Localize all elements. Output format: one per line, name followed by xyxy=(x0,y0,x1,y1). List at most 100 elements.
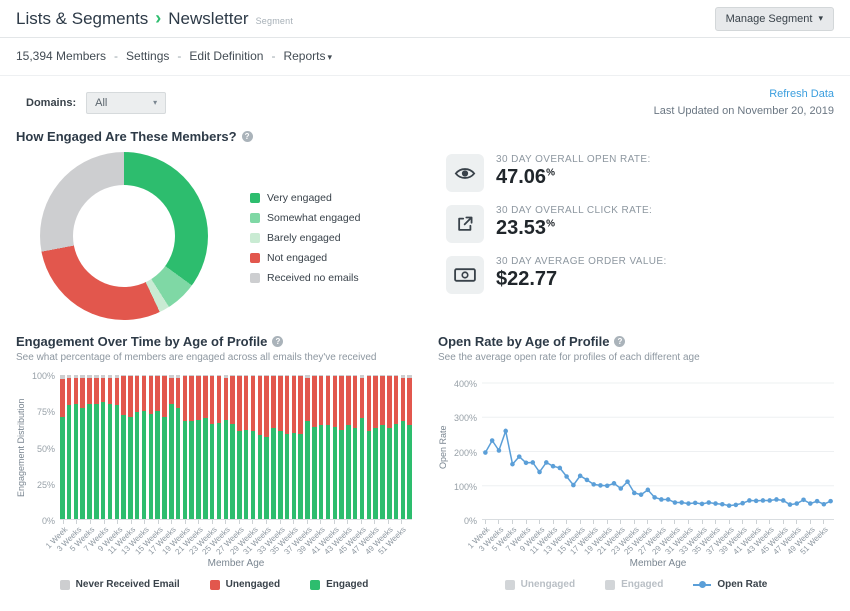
settings-link[interactable]: Settings xyxy=(126,49,169,63)
dashboard-page: Lists & Segments › Newsletter Segment Ma… xyxy=(0,0,850,590)
legend-item[interactable]: Engaged xyxy=(605,579,663,590)
external-link-icon xyxy=(446,205,484,243)
x-tick-mark xyxy=(76,520,77,524)
bar-segment-engaged xyxy=(285,434,290,519)
x-tick-mark xyxy=(661,520,662,524)
line-plot: 1 Week3 Weeks5 Weeks7 Weeks9 Weeks11 Wee… xyxy=(482,375,834,569)
x-tick-mark xyxy=(117,520,118,524)
donut-legend-item[interactable]: Barely engaged xyxy=(250,232,360,244)
x-tick-mark xyxy=(198,520,199,524)
stacked-bar xyxy=(162,375,167,519)
bar-segment-unengaged xyxy=(162,376,167,416)
x-tick-mark xyxy=(307,520,308,524)
legend-item[interactable]: Engaged xyxy=(310,579,368,590)
donut-legend-item[interactable]: Very engaged xyxy=(250,192,360,204)
manage-segment-button[interactable]: Manage Segment ▾ xyxy=(715,7,834,31)
charts-row: Engagement Over Time by Age of Profile ?… xyxy=(0,324,850,590)
stacked-bar xyxy=(230,375,235,519)
stats-column: 30 DAY OVERALL OPEN RATE: 47.06% 30 DAY … xyxy=(446,152,667,320)
bar-segment-engaged xyxy=(176,408,181,519)
x-tick-mark xyxy=(580,520,581,524)
help-icon[interactable]: ? xyxy=(242,131,253,142)
stacked-bar xyxy=(237,375,242,519)
bar-segment-engaged xyxy=(346,425,351,519)
refresh-data-link[interactable]: Refresh Data xyxy=(654,86,834,103)
bar-segment-unengaged xyxy=(87,378,92,404)
stacked-bar xyxy=(339,375,344,519)
donut-legend-item[interactable]: Not engaged xyxy=(250,252,360,264)
edit-definition-link[interactable]: Edit Definition xyxy=(189,49,263,63)
bar-segment-unengaged xyxy=(271,376,276,428)
legend-item[interactable]: Unengaged xyxy=(210,579,280,590)
domains-label: Domains: xyxy=(26,97,76,109)
click-rate-number: 23.53 xyxy=(496,217,546,239)
bar-segment-engaged xyxy=(339,430,344,519)
donut-legend-item[interactable]: Somewhat engaged xyxy=(250,212,360,224)
x-tick-mark xyxy=(266,520,267,524)
bar-segment-engaged xyxy=(210,424,215,519)
bar-segment-engaged xyxy=(353,428,358,519)
legend-item[interactable]: Open Rate xyxy=(693,579,767,590)
bar-segment-unengaged xyxy=(128,376,133,416)
bar-segment-engaged xyxy=(380,425,385,519)
bar-segment-unengaged xyxy=(251,376,256,431)
x-tick-mark xyxy=(225,520,226,524)
bar-segment-unengaged xyxy=(230,376,235,424)
bar-segment-unengaged xyxy=(60,379,65,416)
y-tick-label: 75% xyxy=(37,407,55,417)
legend-swatch xyxy=(250,273,260,283)
legend-item[interactable]: Unengaged xyxy=(505,579,575,590)
stacked-bar xyxy=(346,375,351,519)
stacked-bar xyxy=(271,375,276,519)
bar-segment-unengaged xyxy=(353,376,358,428)
domains-select[interactable]: All ▾ xyxy=(86,92,166,114)
bar-segment-unengaged xyxy=(183,376,188,421)
bar-segment-unengaged xyxy=(189,376,194,421)
segment-badge: Segment xyxy=(256,16,293,26)
bar-segment-engaged xyxy=(258,435,263,519)
x-tick-mark xyxy=(729,520,730,524)
x-tick-mark xyxy=(185,520,186,524)
x-tick-mark xyxy=(810,520,811,524)
separator: - xyxy=(271,49,275,63)
x-tick-mark xyxy=(498,520,499,524)
bar-segment-engaged xyxy=(251,431,256,519)
help-icon[interactable]: ? xyxy=(614,336,625,347)
x-tick-mark xyxy=(566,520,567,524)
line-x-axis: 1 Week3 Weeks5 Weeks7 Weeks9 Weeks11 Wee… xyxy=(482,520,834,562)
bar-segment-unengaged xyxy=(298,376,303,434)
help-icon[interactable]: ? xyxy=(272,336,283,347)
x-tick-mark xyxy=(539,520,540,524)
breadcrumb-lists-segments[interactable]: Lists & Segments xyxy=(16,9,148,29)
bar-chart-title-text: Engagement Over Time by Age of Profile xyxy=(16,334,267,349)
bar-chart-title: Engagement Over Time by Age of Profile ? xyxy=(16,334,412,349)
stacked-bar xyxy=(326,375,331,519)
filter-toolbar: Domains: All ▾ Refresh Data Last Updated… xyxy=(0,76,850,121)
x-tick-mark xyxy=(280,520,281,524)
donut-legend-item[interactable]: Received no emails xyxy=(250,272,360,284)
reports-menu[interactable]: Reports▾ xyxy=(283,49,332,63)
legend-item[interactable]: Never Received Email xyxy=(60,579,180,590)
open-rate-value: 47.06% xyxy=(496,167,651,187)
bar-segment-engaged xyxy=(203,418,208,519)
stacked-bar xyxy=(94,375,99,519)
reports-label: Reports xyxy=(283,49,325,63)
legend-swatch xyxy=(310,580,320,590)
eye-icon xyxy=(446,154,484,192)
stacked-bar xyxy=(183,375,188,519)
bar-segment-unengaged xyxy=(264,376,269,436)
order-value-stat: 30 DAY AVERAGE ORDER VALUE: $22.77 xyxy=(446,256,667,294)
x-tick-mark xyxy=(401,520,402,524)
bar-segment-unengaged xyxy=(278,376,283,431)
stacked-bar xyxy=(155,375,160,519)
line-chart-legend: Unengaged Engaged Open Rate xyxy=(438,579,834,590)
stacked-bar xyxy=(203,375,208,519)
bar-segment-engaged xyxy=(94,404,99,519)
stacked-bar xyxy=(360,375,365,519)
legend-swatch xyxy=(60,580,70,590)
bar-segment-engaged xyxy=(224,420,229,519)
x-tick-mark xyxy=(634,520,635,524)
x-tick-mark xyxy=(90,520,91,524)
stacked-bar xyxy=(319,375,324,519)
bar-segment-engaged xyxy=(271,428,276,519)
